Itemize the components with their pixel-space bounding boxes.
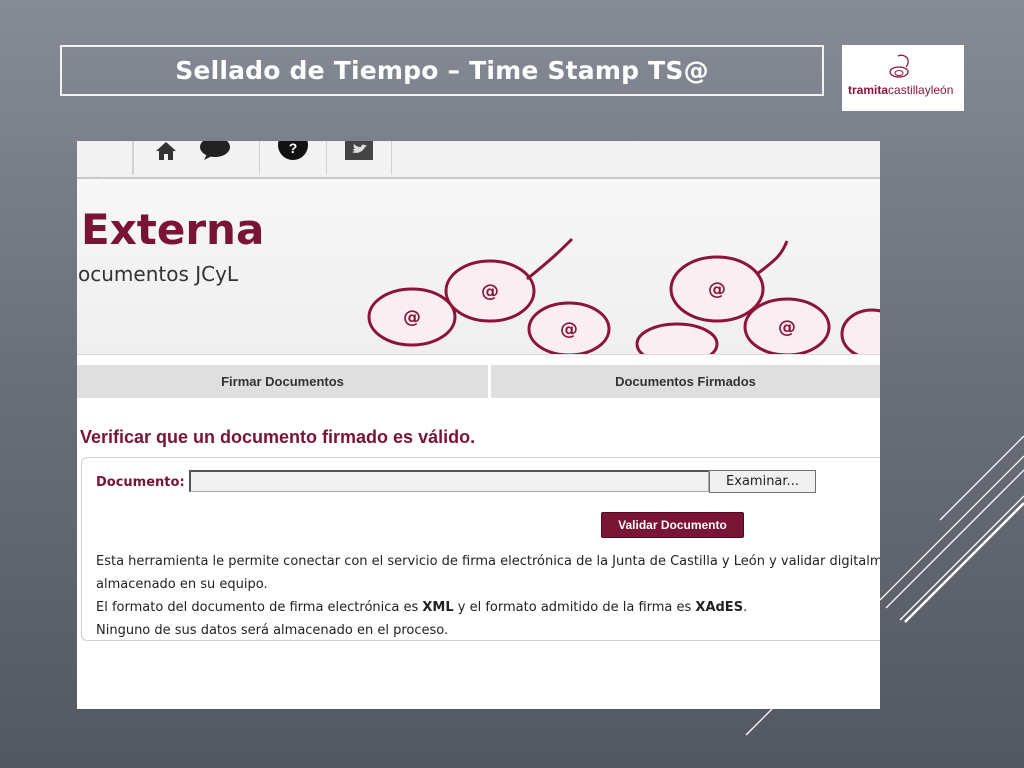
info-line: Esta herramienta le permite conectar con… xyxy=(96,554,880,569)
tab-label: Documentos Firmados xyxy=(615,374,756,389)
svg-text:@: @ xyxy=(778,317,796,338)
info-line-format: El formato del documento de firma electr… xyxy=(96,600,748,615)
tab-label: Firmar Documentos xyxy=(221,374,344,389)
tramita-logo: tramitacastillayleón xyxy=(842,45,964,111)
svg-text:@: @ xyxy=(403,307,421,328)
svg-text:@: @ xyxy=(560,319,578,340)
svg-text:?: ? xyxy=(289,141,298,156)
nav-twitter[interactable] xyxy=(326,141,391,175)
banner-subtitle: ocumentos JCyL xyxy=(78,262,239,286)
faq-icon xyxy=(200,141,230,160)
banner-title: Externa xyxy=(81,205,265,254)
header-banner: Externa ocumentos JCyL @ @ @ @ @ xyxy=(77,179,880,355)
svg-text:@: @ xyxy=(481,281,499,302)
twitter-icon xyxy=(345,141,373,160)
browse-button[interactable]: Examinar... xyxy=(709,470,816,493)
info-line: Ninguno de sus datos será almacenado en … xyxy=(96,623,449,638)
top-navigation: ? xyxy=(77,141,880,193)
format-xml: XML xyxy=(422,600,454,615)
tab-firmar-documentos[interactable]: Firmar Documentos xyxy=(77,365,488,398)
validate-document-button[interactable]: Validar Documento xyxy=(601,512,744,538)
nav-faq[interactable] xyxy=(173,141,257,175)
logo-mark-icon xyxy=(889,54,909,78)
slide-title: Sellado de Tiempo – Time Stamp TS@ xyxy=(60,45,824,96)
document-label: Documento: xyxy=(96,475,185,490)
nav-help[interactable]: ? xyxy=(259,141,326,175)
document-file-input[interactable] xyxy=(189,470,709,492)
tab-documentos-firmados[interactable]: Documentos Firmados xyxy=(491,365,880,398)
slide-title-text: Sellado de Tiempo – Time Stamp TS@ xyxy=(175,56,709,85)
verify-form: Documento: Examinar... Validar Documento… xyxy=(81,457,880,641)
svg-text:@: @ xyxy=(708,279,726,300)
page-title: Verificar que un documento firmado es vá… xyxy=(80,427,476,447)
logo-text: tramitacastillayleón xyxy=(848,83,954,97)
help-icon: ? xyxy=(278,141,308,160)
info-line: almacenado en su equipo. xyxy=(96,577,268,592)
mouse-illustration-icon: @ @ @ @ @ xyxy=(367,237,880,354)
nav-divider xyxy=(391,141,392,175)
app-screenshot: ? Externa ocumentos JCyL @ @ @ @ @ Firma… xyxy=(77,141,880,709)
format-xades: XAdES xyxy=(695,600,744,615)
